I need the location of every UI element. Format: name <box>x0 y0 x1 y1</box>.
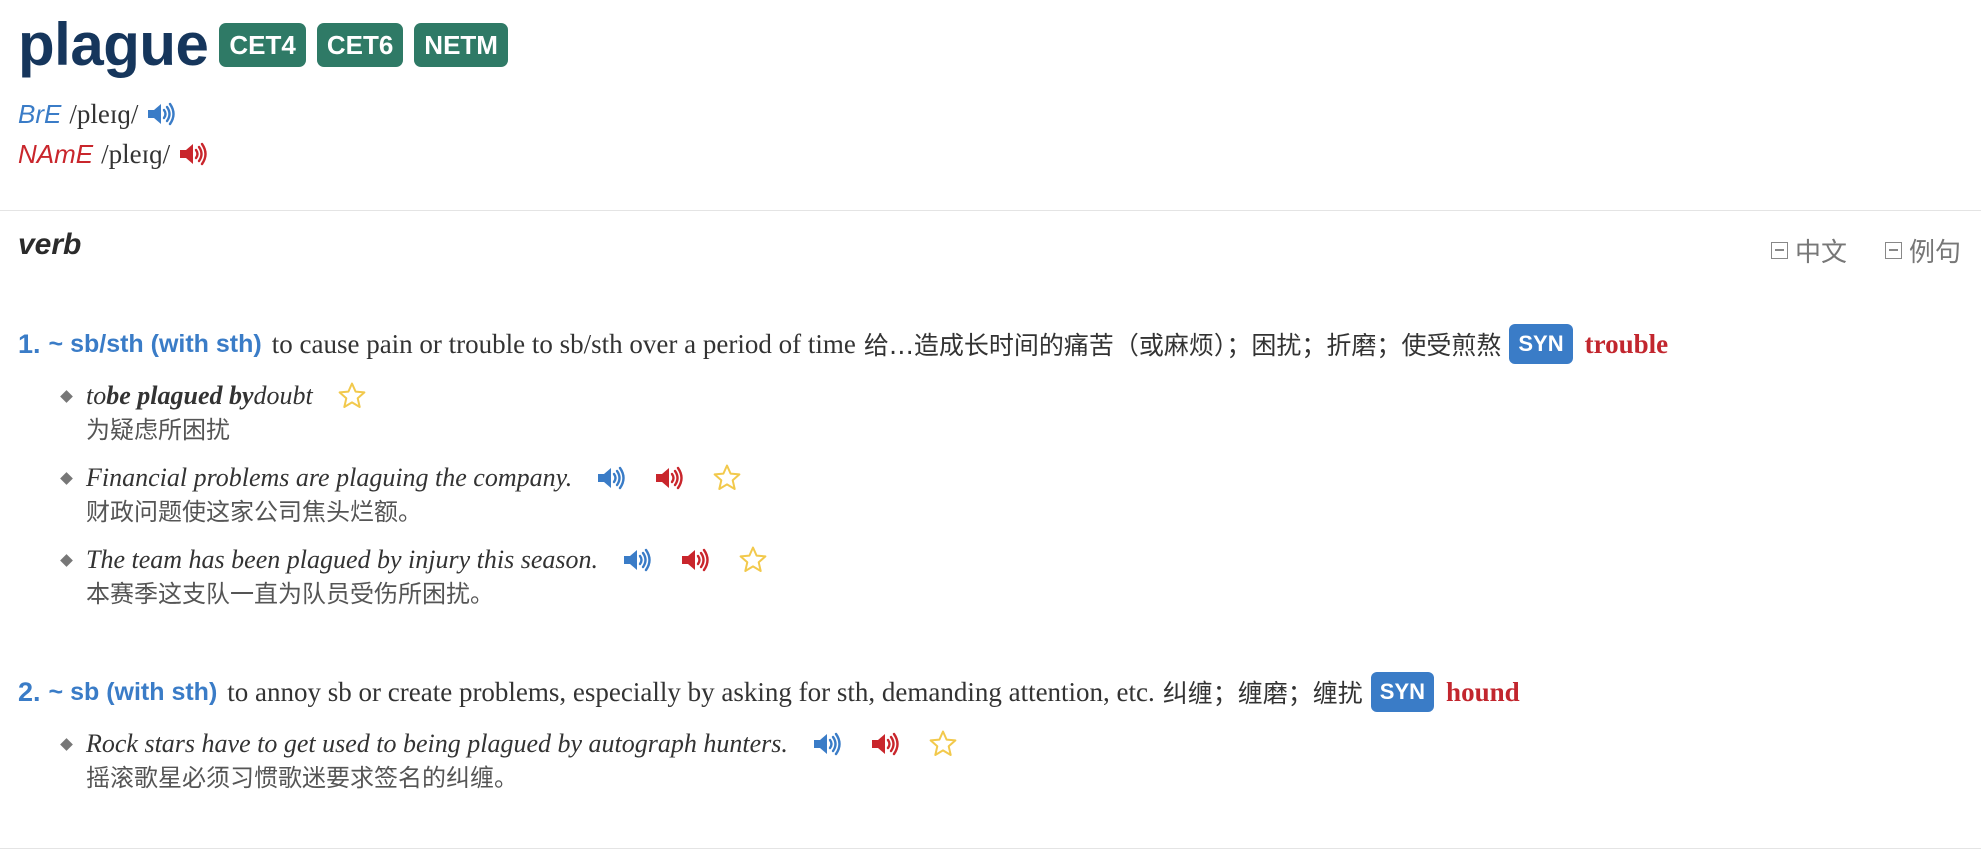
example-en-pre: Rock stars have to get used to being pla… <box>86 729 788 758</box>
pron-name: NAmE /pleɪɡ/ <box>18 134 1981 174</box>
divider <box>0 210 1981 211</box>
example-en: Rock stars have to get used to being pla… <box>86 726 1961 762</box>
example-zh: 本赛季这支队一直为队员受伤所困扰。 <box>86 580 494 608</box>
sense-definition-line: 2. ~ sb (with sth) to annoy sb or create… <box>18 670 1961 714</box>
sense-pattern: ~ sb/sth (with sth) <box>48 329 262 358</box>
example-en-pre: The team has been plagued by injury this… <box>86 545 598 574</box>
example-en-bold: be plagued by <box>106 381 254 410</box>
sense-definition: to cause pain or trouble to sb/sth over … <box>271 328 856 359</box>
speaker-red-icon[interactable] <box>178 140 208 168</box>
sense-pattern: ~ sb (with sth) <box>48 677 218 706</box>
synonym-link[interactable]: hound <box>1446 677 1520 708</box>
toggle-examples-label: 例句 <box>1908 238 1961 268</box>
example-actions <box>596 463 742 493</box>
example-actions <box>622 545 768 575</box>
speaker-red-icon[interactable] <box>870 730 900 758</box>
pron-bre: BrE /pleɪɡ/ <box>18 94 1981 134</box>
sense-number: 2. <box>18 676 41 707</box>
bre-label: BrE <box>18 98 62 129</box>
example-actions <box>812 729 958 759</box>
example-item: Rock stars have to get used to being pla… <box>58 726 1961 794</box>
speaker-red-icon[interactable] <box>680 546 710 574</box>
speaker-red-icon[interactable] <box>654 464 684 492</box>
speaker-blue-icon[interactable] <box>622 546 652 574</box>
example-en: The team has been plagued by injury this… <box>86 542 1961 578</box>
star-outline-icon[interactable] <box>337 381 367 411</box>
example-en-post: doubt <box>253 381 313 410</box>
example-item: Financial problems are plaguing the comp… <box>58 460 1961 528</box>
star-outline-icon[interactable] <box>738 545 768 575</box>
synonym-link[interactable]: trouble <box>1585 329 1669 360</box>
part-of-speech: verb <box>18 228 82 261</box>
tag-cet6: CET6 <box>316 23 404 67</box>
example-zh: 财政问题使这家公司焦头烂额。 <box>86 498 422 526</box>
sense-definition-zh: 纠缠；缠磨；缠扰 <box>1162 679 1363 708</box>
speaker-blue-icon[interactable] <box>812 730 842 758</box>
syn-badge: SYN <box>1509 324 1573 364</box>
example-en-pre: to <box>86 381 107 410</box>
example-en: to be plagued by doubt <box>86 378 1961 414</box>
headword-row: plague CET4 CET6 NETM <box>18 10 1981 80</box>
tag-cet4: CET4 <box>219 23 306 67</box>
toggle-chinese-label: 中文 <box>1794 238 1847 268</box>
display-toggles: 中文 例句 <box>1770 232 1961 269</box>
name-ipa: /pleɪɡ/ <box>101 138 171 169</box>
example-actions <box>337 381 367 411</box>
example-en: Financial problems are plaguing the comp… <box>86 460 1961 496</box>
toggle-examples[interactable]: 例句 <box>1884 232 1961 269</box>
star-outline-icon[interactable] <box>712 463 742 493</box>
sense-definition-line: 1. ~ sb/sth (with sth) to cause pain or … <box>18 322 1961 366</box>
toggle-chinese[interactable]: 中文 <box>1770 232 1847 269</box>
example-en-pre: Financial problems are plaguing the comp… <box>86 463 573 492</box>
example-zh: 为疑虑所困扰 <box>86 416 230 444</box>
sense-definition-zh: 给…造成长时间的痛苦（或麻烦）；困扰；折磨；使受煎熬 <box>863 331 1502 360</box>
headword: plague <box>18 11 209 78</box>
collapse-box-icon <box>1884 242 1902 259</box>
sense-definition: to annoy sb or create problems, especial… <box>227 676 1155 707</box>
example-zh: 摇滚歌星必须习惯歌迷要求签名的纠缠。 <box>86 764 518 792</box>
speaker-blue-icon[interactable] <box>596 464 626 492</box>
name-label: NAmE <box>18 138 94 169</box>
bre-ipa: /pleɪɡ/ <box>69 98 139 129</box>
sense-1: 1. ~ sb/sth (with sth) to cause pain or … <box>18 322 1961 610</box>
speaker-blue-icon[interactable] <box>146 100 176 128</box>
example-item: The team has been plagued by injury this… <box>58 542 1961 610</box>
sense-number: 1. <box>18 328 41 359</box>
example-item: to be plagued by doubt 为疑虑所困扰 <box>58 378 1961 446</box>
collapse-box-icon <box>1770 242 1788 259</box>
entry-header: plague CET4 CET6 NETM BrE /pleɪɡ/ NAmE /… <box>18 10 1981 210</box>
example-list: to be plagued by doubt 为疑虑所困扰 Financial … <box>58 378 1961 610</box>
syn-badge: SYN <box>1370 672 1435 712</box>
divider <box>0 848 1981 849</box>
star-outline-icon[interactable] <box>928 729 958 759</box>
tag-netm: NETM <box>414 23 508 67</box>
example-list: Rock stars have to get used to being pla… <box>58 726 1961 794</box>
sense-2: 2. ~ sb (with sth) to annoy sb or create… <box>18 670 1961 794</box>
